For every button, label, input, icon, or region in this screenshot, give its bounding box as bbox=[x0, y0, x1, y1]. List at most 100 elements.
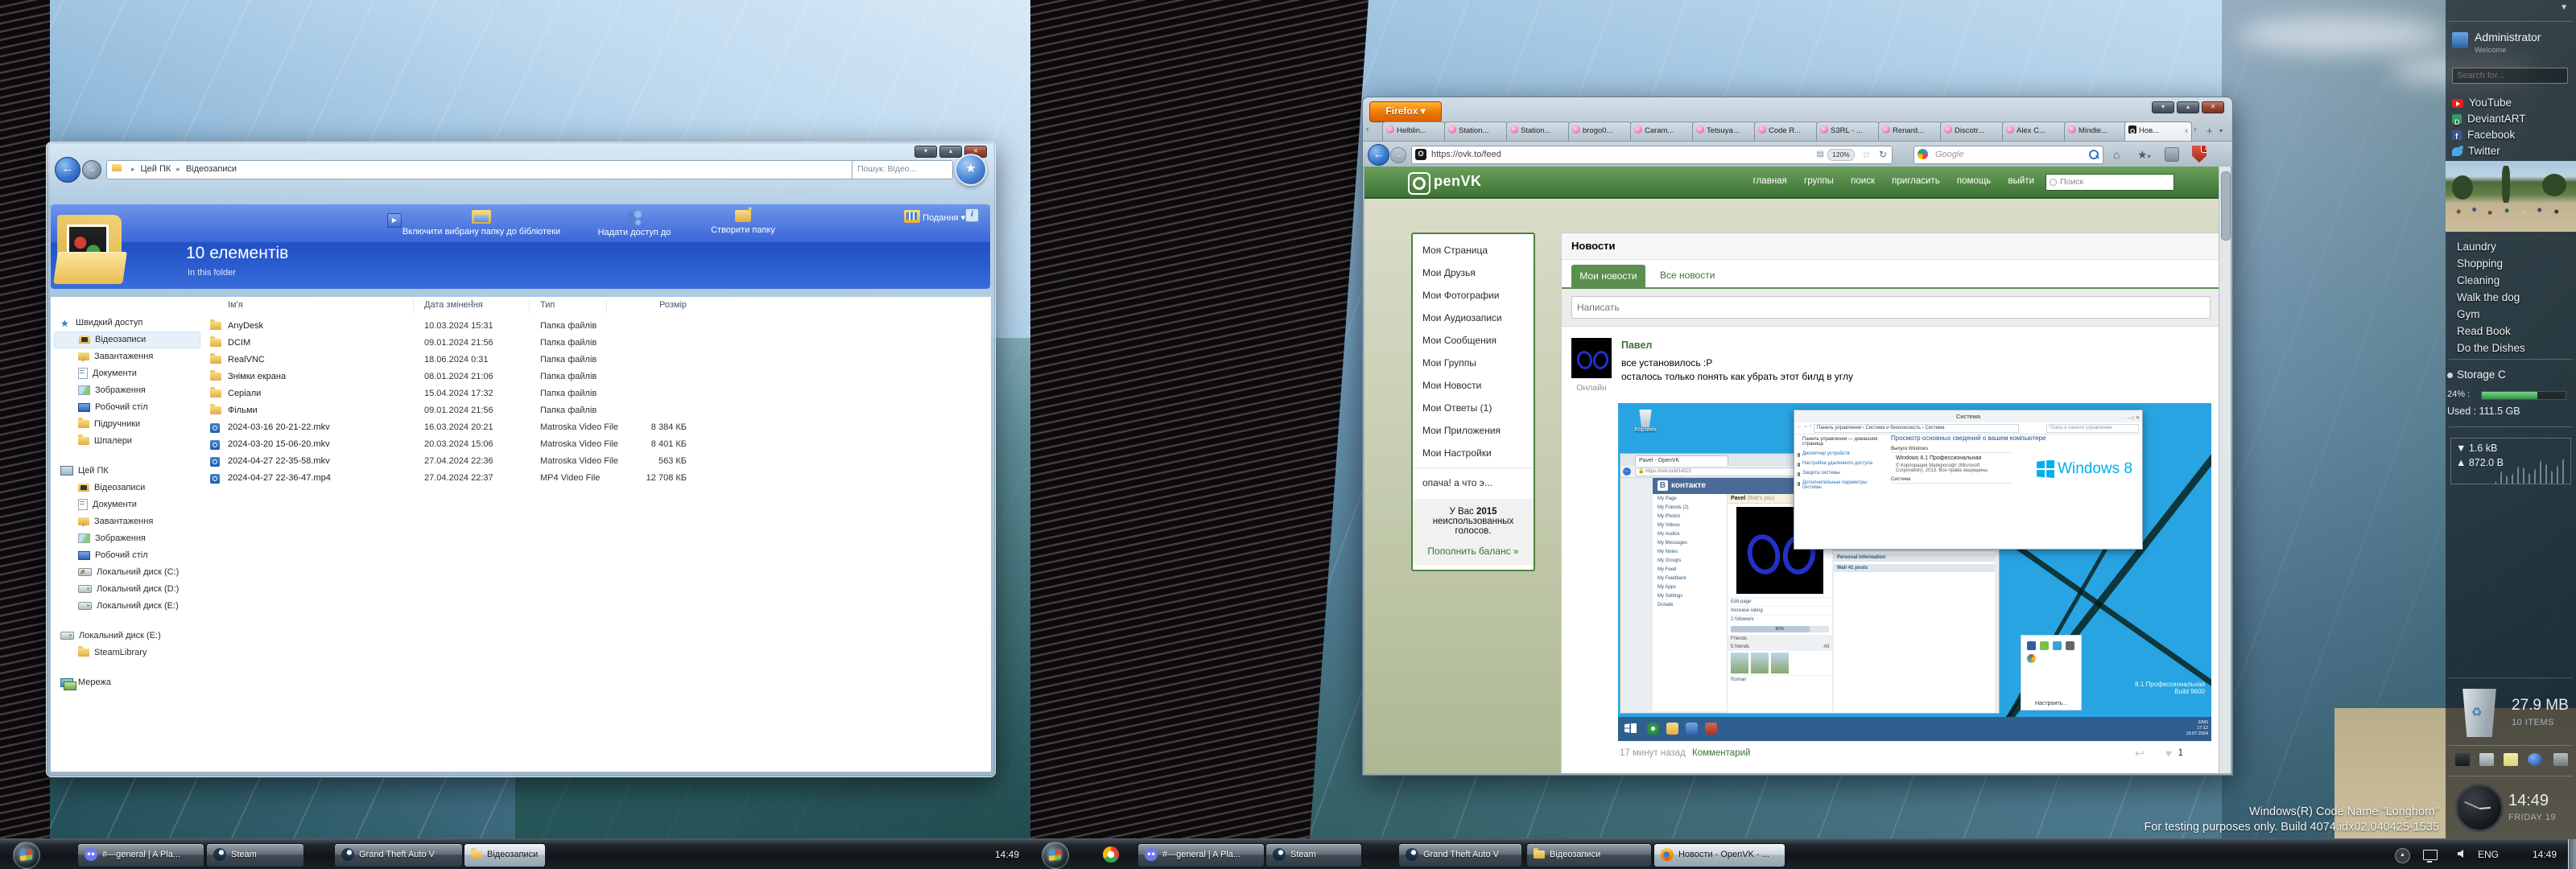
topup-link[interactable]: Пополнить баланс » bbox=[1418, 546, 1529, 557]
start-button[interactable] bbox=[1042, 842, 1069, 869]
bookmark-star-icon[interactable]: ☆ bbox=[1862, 146, 1871, 163]
menu-extra-item[interactable]: опача! а что э... bbox=[1413, 472, 1534, 494]
sidebar-item[interactable]: Локальний диск (E:) bbox=[54, 598, 200, 615]
quick-link[interactable]: DeviantART bbox=[2452, 111, 2573, 127]
sidebar-item[interactable]: Відеозаписи bbox=[54, 480, 200, 496]
quick-link[interactable]: Twitter bbox=[2452, 143, 2573, 159]
nav-link[interactable]: главная bbox=[1753, 176, 1787, 186]
reader-mode-icon[interactable]: ▤ bbox=[1817, 146, 1824, 163]
openvk-logo-text[interactable]: penVK bbox=[1434, 173, 1482, 190]
file-row[interactable]: 2024-03-16 20-21-22.mkv 16.03.2024 20:21… bbox=[204, 419, 985, 436]
info-button[interactable]: i bbox=[965, 208, 979, 222]
taskbar-button[interactable]: Новости - OpenVK - ... bbox=[1653, 843, 1785, 867]
sidebar-item[interactable]: Документи bbox=[54, 496, 200, 513]
addon-icon[interactable] bbox=[2165, 147, 2179, 162]
view-button[interactable]: Подання ▾ bbox=[904, 210, 965, 226]
sidebar-item[interactable]: Робочий стіл bbox=[54, 399, 200, 416]
scrollbar[interactable] bbox=[2219, 167, 2231, 773]
todo-item[interactable]: Read Book bbox=[2457, 323, 2574, 340]
bookmarks-icon[interactable]: ★▾ bbox=[2137, 148, 2151, 162]
sidebar-item[interactable]: Документи bbox=[54, 365, 200, 382]
browser-tab[interactable]: Helblin... bbox=[1382, 121, 1446, 141]
taskbar-button[interactable]: Grand Theft Auto V bbox=[334, 843, 463, 867]
toolbar-new-folder-button[interactable]: Створити папку bbox=[695, 210, 791, 235]
menu-item[interactable]: Мои Фотографии bbox=[1413, 284, 1534, 307]
browser-tab[interactable]: Station... bbox=[1506, 121, 1570, 141]
breadcrumb[interactable]: ▸Цей ПК▸Відеозаписи bbox=[106, 160, 865, 179]
sidebar-item[interactable]: Шпалери bbox=[54, 433, 200, 450]
menu-item[interactable]: Мои Новости bbox=[1413, 374, 1534, 397]
forward-button[interactable]: → bbox=[82, 160, 101, 179]
sidebar-item[interactable]: Робочий стіл bbox=[54, 547, 200, 564]
back-button[interactable]: ← bbox=[55, 157, 80, 183]
tab-my-news[interactable]: Мои новости bbox=[1571, 265, 1645, 287]
url-bar[interactable]: O https://ovk.to/feed ▤ 120% ☆ ↻ bbox=[1411, 146, 1893, 164]
menu-item[interactable]: Мои Сообщения bbox=[1413, 329, 1534, 352]
toolbar-share-button[interactable]: Надати доступ до bbox=[582, 210, 687, 237]
browser-tab[interactable]: Caram... bbox=[1630, 121, 1694, 141]
file-row[interactable]: 2024-04-27 22-35-58.mkv 27.04.2024 22:36… bbox=[204, 453, 985, 470]
card-icon[interactable] bbox=[2479, 753, 2494, 766]
sidebar-item[interactable]: Відеозаписи bbox=[54, 332, 200, 348]
minimize-icon[interactable]: ▾ bbox=[2152, 101, 2174, 113]
browser-tab[interactable]: Code R... bbox=[1754, 121, 1818, 141]
nav-link[interactable]: пригласить bbox=[1892, 176, 1940, 186]
comment-link[interactable]: Комментарий bbox=[1692, 748, 1750, 758]
nav-link[interactable]: помощь bbox=[1957, 176, 1991, 186]
minimize-icon[interactable]: ▾ bbox=[914, 146, 937, 158]
openvk-search-input[interactable]: Поиск bbox=[2046, 174, 2174, 191]
tab-list-dropdown-icon[interactable]: ▾ bbox=[2219, 127, 2223, 134]
todo-item[interactable]: Cleaning bbox=[2457, 272, 2574, 289]
menu-item[interactable]: Мои Друзья bbox=[1413, 262, 1534, 284]
widget-search-input[interactable] bbox=[2452, 68, 2568, 84]
start-button[interactable] bbox=[13, 842, 40, 869]
quick-link[interactable]: YouTube bbox=[2452, 95, 2573, 111]
openvk-logo-icon[interactable] bbox=[1408, 172, 1430, 195]
maximize-icon[interactable]: ▴ bbox=[939, 146, 962, 158]
chrome-icon[interactable] bbox=[1103, 846, 1119, 863]
breadcrumb-root[interactable]: Цей ПК bbox=[141, 164, 171, 174]
clock[interactable]: 14:49 bbox=[2533, 839, 2557, 869]
file-row[interactable]: Серіали 15.04.2024 17:32 Папка файлів bbox=[204, 385, 985, 402]
tab-scroll-right-icon[interactable]: › bbox=[2194, 125, 2197, 134]
sidebar-item[interactable]: Завантаження bbox=[54, 513, 200, 530]
menu-item[interactable]: Мои Группы bbox=[1413, 352, 1534, 374]
help-icon[interactable] bbox=[2528, 753, 2542, 766]
clock[interactable]: 14:49 bbox=[995, 839, 1019, 869]
tab-scroll-left-icon[interactable]: ‹ bbox=[1366, 125, 1369, 134]
browser-tab-active[interactable]: Нов... x bbox=[2124, 121, 2192, 141]
language-indicator[interactable]: ENG bbox=[2478, 839, 2499, 869]
menu-item[interactable]: Моя Страница bbox=[1413, 239, 1534, 262]
browser-tab[interactable]: Tetsuya... bbox=[1692, 121, 1756, 141]
browser-tab[interactable]: Station... bbox=[1444, 121, 1508, 141]
file-row[interactable]: Знімки екрана 08.01.2024 21:06 Папка фай… bbox=[204, 369, 985, 385]
file-row[interactable]: AnyDesk 10.03.2024 15:31 Папка файлів bbox=[204, 318, 985, 335]
file-row[interactable]: Фільми 09.01.2024 21:56 Папка файлів bbox=[204, 402, 985, 419]
file-row[interactable]: 2024-03-20 15-06-20.mkv 20.03.2024 15:06… bbox=[204, 436, 985, 453]
sidebar-item[interactable]: Зображення bbox=[54, 530, 200, 547]
browser-tab[interactable]: Renard... bbox=[1878, 121, 1942, 141]
nav-link[interactable]: группы bbox=[1804, 176, 1834, 186]
column-header-type[interactable]: Тип bbox=[540, 300, 555, 310]
adblock-shield-icon[interactable]: 1 bbox=[2192, 146, 2207, 163]
network-tray-icon[interactable] bbox=[2423, 850, 2438, 860]
browser-tab[interactable]: brogo0... bbox=[1568, 121, 1632, 141]
sidebar-group-quick-access[interactable]: Швидкий доступ bbox=[54, 315, 200, 332]
sticky-note-icon[interactable] bbox=[2504, 753, 2518, 766]
toolbar-include-library-button[interactable]: Включити вибрану папку до бібліотеки bbox=[385, 210, 578, 237]
browser-tab[interactable]: Alex C... bbox=[2002, 121, 2066, 141]
scrollbar-thumb[interactable] bbox=[2221, 171, 2231, 241]
breadcrumb-current[interactable]: Відеозаписи bbox=[186, 164, 237, 174]
avatar[interactable] bbox=[1571, 338, 1612, 378]
tray-expand-icon[interactable]: ▲ bbox=[2395, 848, 2410, 863]
zoom-level-badge[interactable]: 120% bbox=[1827, 149, 1855, 161]
nav-link[interactable]: поиск bbox=[1851, 176, 1875, 186]
share-icon[interactable]: ↪ bbox=[2135, 747, 2145, 760]
sidebar-group-network[interactable]: Мережа bbox=[54, 674, 200, 691]
taskbar-button[interactable]: Відеозаписи bbox=[1526, 843, 1652, 867]
todo-item[interactable]: Laundry bbox=[2457, 238, 2574, 255]
home-icon[interactable]: ⌂ bbox=[2113, 148, 2120, 161]
close-icon[interactable]: ✕ bbox=[2202, 101, 2224, 113]
todo-item[interactable]: Gym bbox=[2457, 306, 2574, 323]
sidebar-item[interactable]: Зображення bbox=[54, 382, 200, 399]
